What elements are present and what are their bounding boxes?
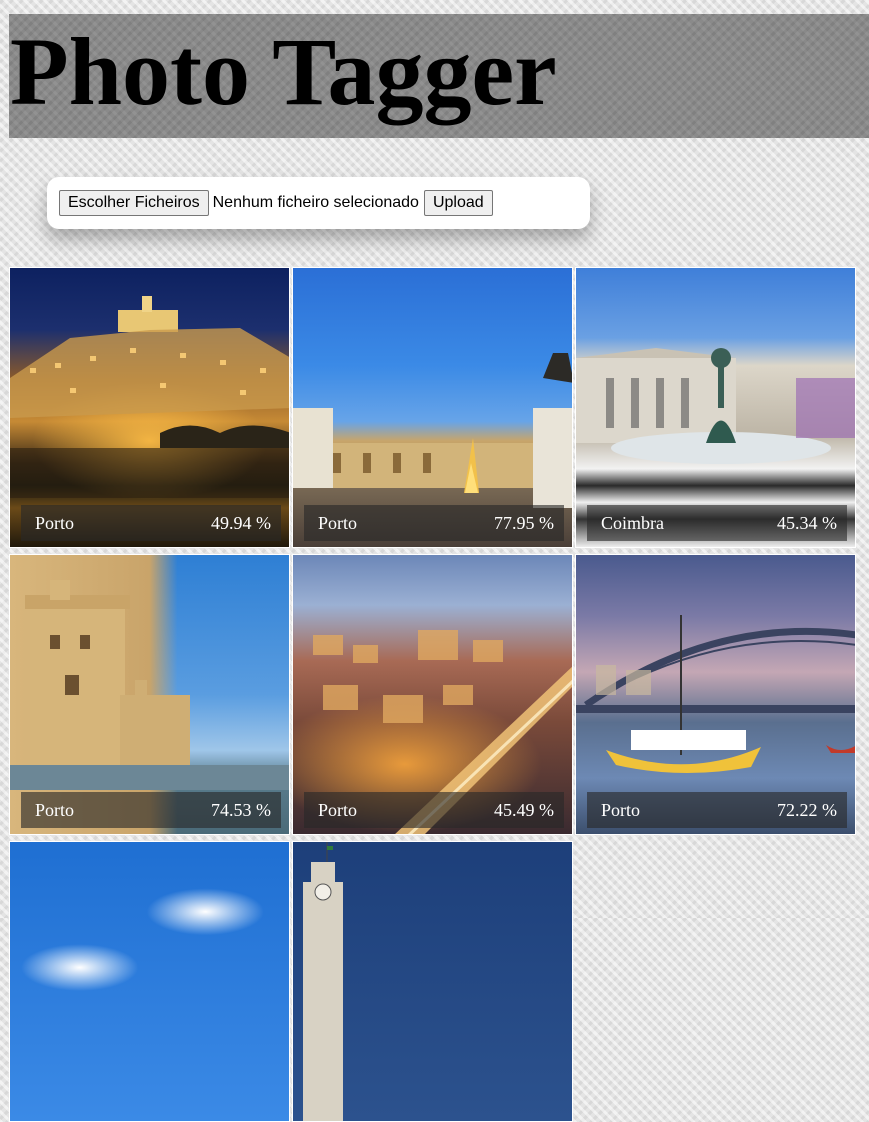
photo-card[interactable]: Porto 45.49 % (292, 554, 573, 835)
photo-tag: Porto (35, 512, 75, 533)
photo-card[interactable]: Porto 77.95 % (292, 267, 573, 548)
photo-card[interactable] (9, 841, 290, 1122)
photo-card[interactable]: Porto 72.22 % (575, 554, 856, 835)
photo-score: 49.94 % (211, 512, 271, 533)
photo-image (10, 842, 289, 1121)
choose-files-button[interactable]: Escolher Ficheiros (59, 190, 209, 216)
photo-image (293, 842, 572, 1121)
photo-score: 45.49 % (494, 799, 554, 820)
photo-score: 74.53 % (211, 799, 271, 820)
photo-tag: Porto (35, 799, 75, 820)
photo-tag: Porto (601, 799, 641, 820)
photo-tag: Coimbra (601, 512, 664, 533)
photo-caption: Porto 49.94 % (21, 505, 281, 541)
file-status-text: Nenhum ficheiro selecionado (212, 194, 419, 211)
photo-score: 72.22 % (777, 799, 837, 820)
photo-score: 45.34 % (777, 512, 837, 533)
photo-caption: Porto 74.53 % (21, 792, 281, 828)
photo-caption: Coimbra 45.34 % (587, 505, 847, 541)
photo-tag: Porto (318, 512, 358, 533)
photo-caption: Porto 45.49 % (304, 792, 564, 828)
upload-button[interactable]: Upload (423, 190, 493, 216)
photo-grid: Porto 49.94 % Porto 77.95 % Coimbra 45.3… (9, 267, 858, 1122)
photo-tag: Porto (318, 799, 358, 820)
photo-card[interactable]: Coimbra 45.34 % (575, 267, 856, 548)
photo-caption: Porto 72.22 % (587, 792, 847, 828)
upload-form: Escolher Ficheiros Nenhum ficheiro selec… (59, 190, 493, 216)
photo-score: 77.95 % (494, 512, 554, 533)
upload-panel: Escolher Ficheiros Nenhum ficheiro selec… (47, 177, 590, 229)
app-header: Photo Tagger (9, 14, 869, 138)
photo-card[interactable]: Porto 49.94 % (9, 267, 290, 548)
page-title: Photo Tagger (10, 18, 557, 125)
photo-caption: Porto 77.95 % (304, 505, 564, 541)
photo-card[interactable] (292, 841, 573, 1122)
photo-card[interactable]: Porto 74.53 % (9, 554, 290, 835)
